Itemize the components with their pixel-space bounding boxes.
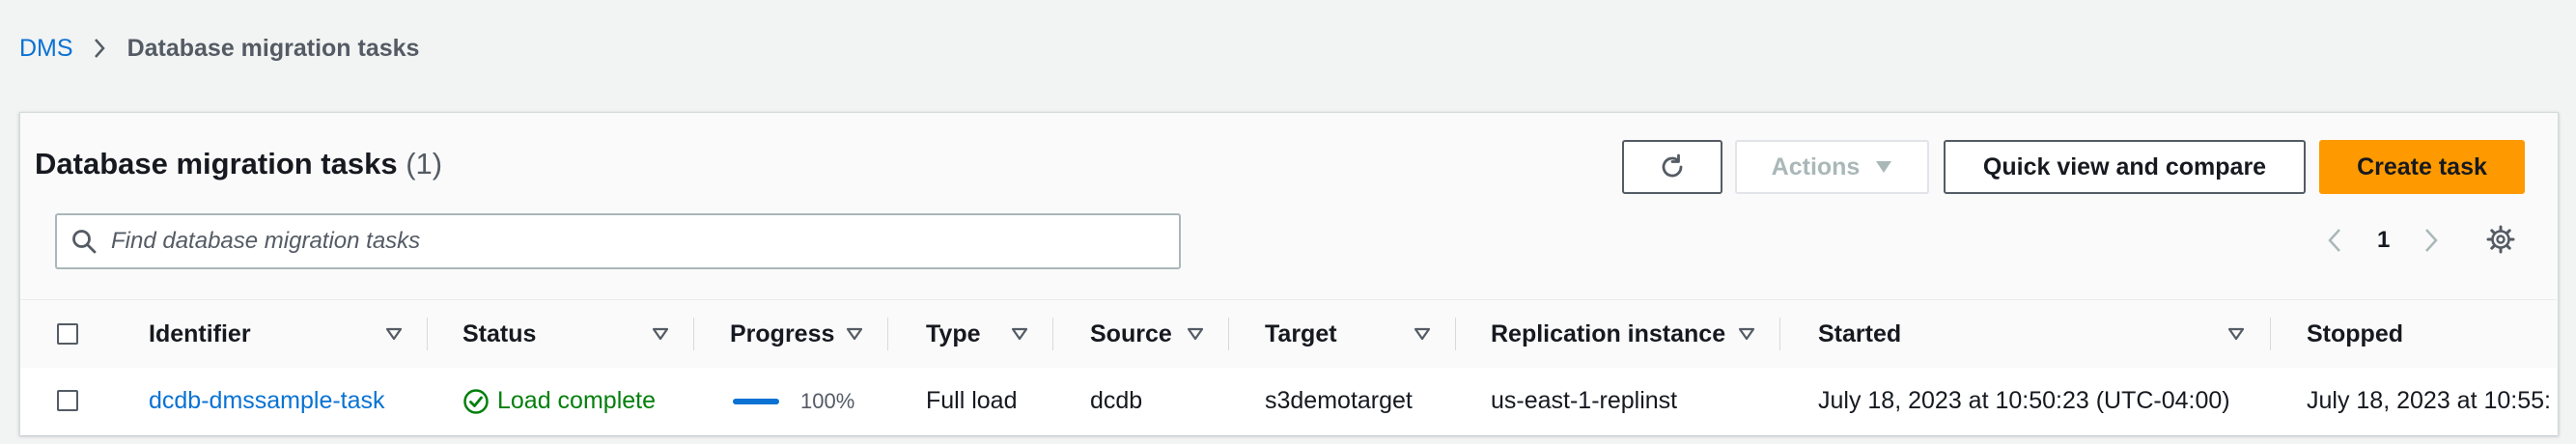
sort-caret-icon[interactable] — [1187, 327, 1204, 346]
column-divider[interactable] — [1455, 318, 1456, 350]
gear-icon[interactable] — [2485, 224, 2516, 255]
select-all-checkbox[interactable] — [57, 323, 78, 345]
sort-caret-icon[interactable] — [385, 327, 403, 346]
task-target: s3demotarget — [1265, 387, 1413, 414]
column-divider[interactable] — [887, 318, 888, 350]
sort-caret-icon[interactable] — [1414, 327, 1431, 346]
refresh-button[interactable] — [1622, 140, 1722, 194]
breadcrumb-current: Database migration tasks — [126, 34, 420, 62]
task-stopped: July 18, 2023 at 10:55: — [2307, 387, 2551, 414]
column-header-started[interactable]: Started — [1818, 300, 1901, 368]
task-replication-instance: us-east-1-replinst — [1491, 387, 1678, 414]
progress-label: 100% — [800, 388, 855, 413]
column-divider[interactable] — [693, 318, 694, 350]
check-circle-icon — [462, 388, 497, 415]
column-header-status[interactable]: Status — [462, 300, 536, 368]
sort-caret-icon[interactable] — [1738, 327, 1755, 346]
column-header-replication-instance[interactable]: Replication instance — [1491, 300, 1725, 368]
sort-caret-icon[interactable] — [1011, 327, 1028, 346]
chevron-right-icon[interactable] — [2423, 221, 2439, 260]
page-title: Database migration tasks (1) — [35, 147, 442, 181]
progress-bar — [733, 399, 779, 404]
status-text: Load complete — [497, 387, 657, 414]
search-field[interactable] — [55, 213, 1181, 269]
page-number[interactable]: 1 — [2377, 221, 2390, 260]
sort-caret-icon[interactable] — [846, 327, 863, 346]
panel-title-text: Database migration tasks — [35, 147, 398, 180]
search-icon — [70, 228, 98, 255]
column-divider[interactable] — [427, 318, 428, 350]
create-task-button[interactable]: Create task — [2319, 140, 2525, 194]
column-divider[interactable] — [1779, 318, 1780, 350]
column-divider[interactable] — [1228, 318, 1229, 350]
refresh-icon — [1658, 153, 1687, 181]
column-header-target[interactable]: Target — [1265, 300, 1337, 368]
caret-down-icon — [1875, 160, 1892, 174]
breadcrumb: DMS Database migration tasks — [19, 29, 419, 68]
column-header-progress[interactable]: Progress — [730, 300, 834, 368]
task-type: Full load — [926, 387, 1018, 414]
sort-caret-icon[interactable] — [652, 327, 669, 346]
task-started: July 18, 2023 at 10:50:23 (UTC-04:00) — [1818, 387, 2230, 414]
breadcrumb-dms-link[interactable]: DMS — [19, 35, 73, 63]
task-source: dcdb — [1090, 387, 1143, 414]
task-identifier-link[interactable]: dcdb-dmssample-task — [149, 387, 385, 415]
column-header-source[interactable]: Source — [1090, 300, 1172, 368]
actions-label: Actions — [1771, 153, 1861, 180]
table-header: Identifier Status Progress Type Source T… — [20, 299, 2557, 369]
table-row[interactable]: dcdb-dmssample-task Load complete 100% F… — [20, 368, 2557, 434]
sort-caret-icon[interactable] — [2227, 327, 2245, 346]
progress-bar-fill — [733, 399, 779, 404]
status-badge: Load complete — [462, 387, 656, 415]
column-header-identifier[interactable]: Identifier — [149, 300, 251, 368]
chevron-left-icon[interactable] — [2327, 221, 2342, 260]
row-checkbox[interactable] — [57, 390, 78, 411]
task-count: (1) — [406, 147, 443, 180]
quick-view-compare-button[interactable]: Quick view and compare — [1944, 140, 2306, 194]
column-divider[interactable] — [2270, 318, 2271, 350]
actions-button[interactable]: Actions — [1735, 140, 1929, 194]
chevron-right-icon — [93, 37, 106, 60]
column-divider[interactable] — [1052, 318, 1053, 350]
column-header-stopped[interactable]: Stopped — [2307, 300, 2403, 368]
column-header-type[interactable]: Type — [926, 300, 981, 368]
search-input[interactable] — [109, 214, 1179, 268]
